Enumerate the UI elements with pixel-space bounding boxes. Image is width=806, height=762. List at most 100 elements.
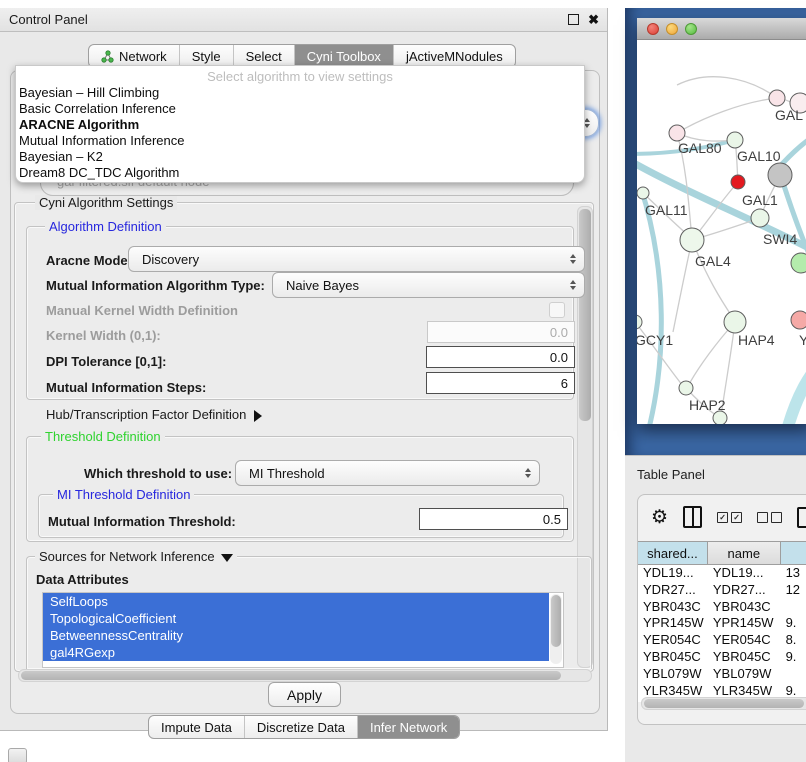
mi-steps-field[interactable]: 6 <box>426 372 575 394</box>
network-node[interactable] <box>769 90 785 106</box>
algorithm-option[interactable]: Basic Correlation Inference <box>16 101 584 117</box>
network-node[interactable] <box>679 381 693 395</box>
attribute-list-item[interactable]: gal4RGexp <box>43 644 549 661</box>
tab-style[interactable]: Style <box>180 45 234 67</box>
table-column-header[interactable]: name <box>708 542 781 564</box>
mi-type-label: Mutual Information Algorithm Type: <box>46 278 265 293</box>
network-node-label: HAP4 <box>738 332 775 348</box>
attributes-list-scrollbar[interactable] <box>550 594 562 664</box>
network-node[interactable] <box>637 187 649 199</box>
table-column-header[interactable] <box>781 542 806 564</box>
close-traffic-light-icon[interactable] <box>647 23 659 35</box>
settings-horizontal-scrollbar[interactable] <box>18 669 592 682</box>
network-edge[interactable] <box>782 132 806 164</box>
settings-scrollbar-thumb[interactable] <box>579 209 591 421</box>
algorithm-option[interactable]: ARACNE Algorithm <box>16 117 584 133</box>
hub-definition-toggle[interactable]: Hub/Transcription Factor Definition <box>46 407 262 422</box>
attribute-list-item[interactable]: BetweennessCentrality <box>43 627 549 644</box>
unchecked-pair-icon[interactable] <box>757 512 782 523</box>
tab-cyni-toolbox[interactable]: Cyni Toolbox <box>295 45 394 67</box>
table-row[interactable]: YDL19...YDL19...13 <box>638 565 806 582</box>
network-node[interactable] <box>731 175 745 189</box>
algorithm-option[interactable]: Mutual Information Inference <box>16 133 584 149</box>
tab-jactivemnodules[interactable]: jActiveMNodules <box>394 45 515 67</box>
aracne-mode-label: Aracne Mode: <box>46 253 132 268</box>
tab-network[interactable]: Network <box>89 45 180 67</box>
kernel-width-field[interactable]: 0.0 <box>427 321 575 343</box>
network-edge[interactable] <box>695 218 760 239</box>
network-edge[interactable] <box>692 240 733 318</box>
network-canvas[interactable]: GALGAL80GAL10GAL1GAL11SWI4GAL4GCY1HAP4YH… <box>637 40 806 424</box>
network-node[interactable] <box>791 311 806 329</box>
network-node[interactable] <box>727 132 743 148</box>
table-row[interactable]: YBR045CYBR045C9. <box>638 649 806 666</box>
columns-icon[interactable] <box>683 506 702 528</box>
table-cell: YBR043C <box>638 599 708 616</box>
tab-select-label: Select <box>246 49 282 64</box>
attribute-list-item[interactable]: TopologicalCoefficient <box>43 610 549 627</box>
network-window-titlebar[interactable] <box>637 18 806 40</box>
apply-button-label: Apply <box>287 687 322 703</box>
table-cell: 8. <box>781 632 806 649</box>
table-cell: YDL19... <box>708 565 781 582</box>
attributes-scrollbar-thumb[interactable] <box>551 595 561 647</box>
network-edge[interactable] <box>677 77 777 98</box>
gear-icon[interactable]: ⚙ <box>651 508 668 527</box>
table-horizontal-scrollbar[interactable] <box>641 697 806 710</box>
network-edge[interactable] <box>677 98 777 133</box>
table-cell: 9. <box>781 615 806 632</box>
network-edge[interactable] <box>673 240 692 332</box>
algorithm-option[interactable]: Bayesian – Hill Climbing <box>16 85 584 101</box>
network-node[interactable] <box>713 411 727 424</box>
node-table[interactable]: shared...name YDL19...YDL19...13YDR27...… <box>638 541 806 702</box>
network-window: GALGAL80GAL10GAL1GAL11SWI4GAL4GCY1HAP4YH… <box>637 18 806 424</box>
mi-type-combo[interactable]: Naive Bayes <box>272 272 585 298</box>
table-row[interactable]: YBR043CYBR043C <box>638 599 806 616</box>
network-node[interactable] <box>669 125 685 141</box>
settings-hscrollbar-thumb[interactable] <box>21 671 561 680</box>
mi-threshold-field[interactable]: 0.5 <box>419 508 568 530</box>
network-edge[interactable] <box>688 322 735 386</box>
table-row[interactable]: YPR145WYPR145W9. <box>638 615 806 632</box>
minimize-traffic-light-icon[interactable] <box>666 23 678 35</box>
tab-impute-data[interactable]: Impute Data <box>149 716 245 738</box>
close-icon[interactable]: ✖ <box>588 13 599 26</box>
table-hscrollbar-thumb[interactable] <box>644 699 804 708</box>
table-row[interactable]: YDR27...YDR27...12 <box>638 582 806 599</box>
algorithm-option[interactable]: Bayesian – K2 <box>16 149 584 165</box>
network-edge[interactable] <box>641 188 661 424</box>
network-node[interactable] <box>637 315 642 329</box>
network-node-label: GAL4 <box>695 253 731 269</box>
network-node[interactable] <box>724 311 746 333</box>
algorithm-definition-title: Algorithm Definition <box>45 219 166 234</box>
which-threshold-combo[interactable]: MI Threshold <box>235 460 540 486</box>
tab-infer-network[interactable]: Infer Network <box>358 716 459 738</box>
network-node[interactable] <box>680 228 704 252</box>
table-toolbar: ⚙ ✓✓ <box>638 495 806 539</box>
data-attributes-list[interactable]: SelfLoopsTopologicalCoefficientBetweenne… <box>42 592 564 668</box>
mi-type-value: Naive Bayes <box>286 278 359 293</box>
network-edge[interactable] <box>787 360 806 424</box>
table-column-header[interactable]: shared... <box>638 542 708 564</box>
manual-kernel-checkbox[interactable] <box>549 302 565 318</box>
network-node[interactable] <box>768 163 792 187</box>
apply-button[interactable]: Apply <box>268 682 341 707</box>
tab-select[interactable]: Select <box>234 45 295 67</box>
algorithm-option[interactable]: Dream8 DC_TDC Algorithm <box>16 165 584 181</box>
page-icon[interactable] <box>797 507 806 528</box>
checked-pair-icon[interactable]: ✓✓ <box>717 512 742 523</box>
float-icon[interactable] <box>568 14 579 25</box>
threshold-definition-title: Threshold Definition <box>41 429 165 444</box>
network-node[interactable] <box>751 209 769 227</box>
collapsed-panel-button[interactable] <box>8 748 27 762</box>
aracne-mode-combo[interactable]: Discovery <box>128 246 585 272</box>
table-row[interactable]: YBL079WYBL079W <box>638 666 806 683</box>
attribute-list-item[interactable]: SelfLoops <box>43 593 549 610</box>
network-node[interactable] <box>791 253 806 273</box>
sources-toggle[interactable]: Sources for Network Inference <box>35 549 237 564</box>
tab-discretize-data[interactable]: Discretize Data <box>245 716 358 738</box>
kernel-width-value: 0.0 <box>550 325 568 340</box>
table-row[interactable]: YER054CYER054C8. <box>638 632 806 649</box>
dpi-tolerance-field[interactable]: 0.0 <box>426 346 575 368</box>
zoom-traffic-light-icon[interactable] <box>685 23 697 35</box>
